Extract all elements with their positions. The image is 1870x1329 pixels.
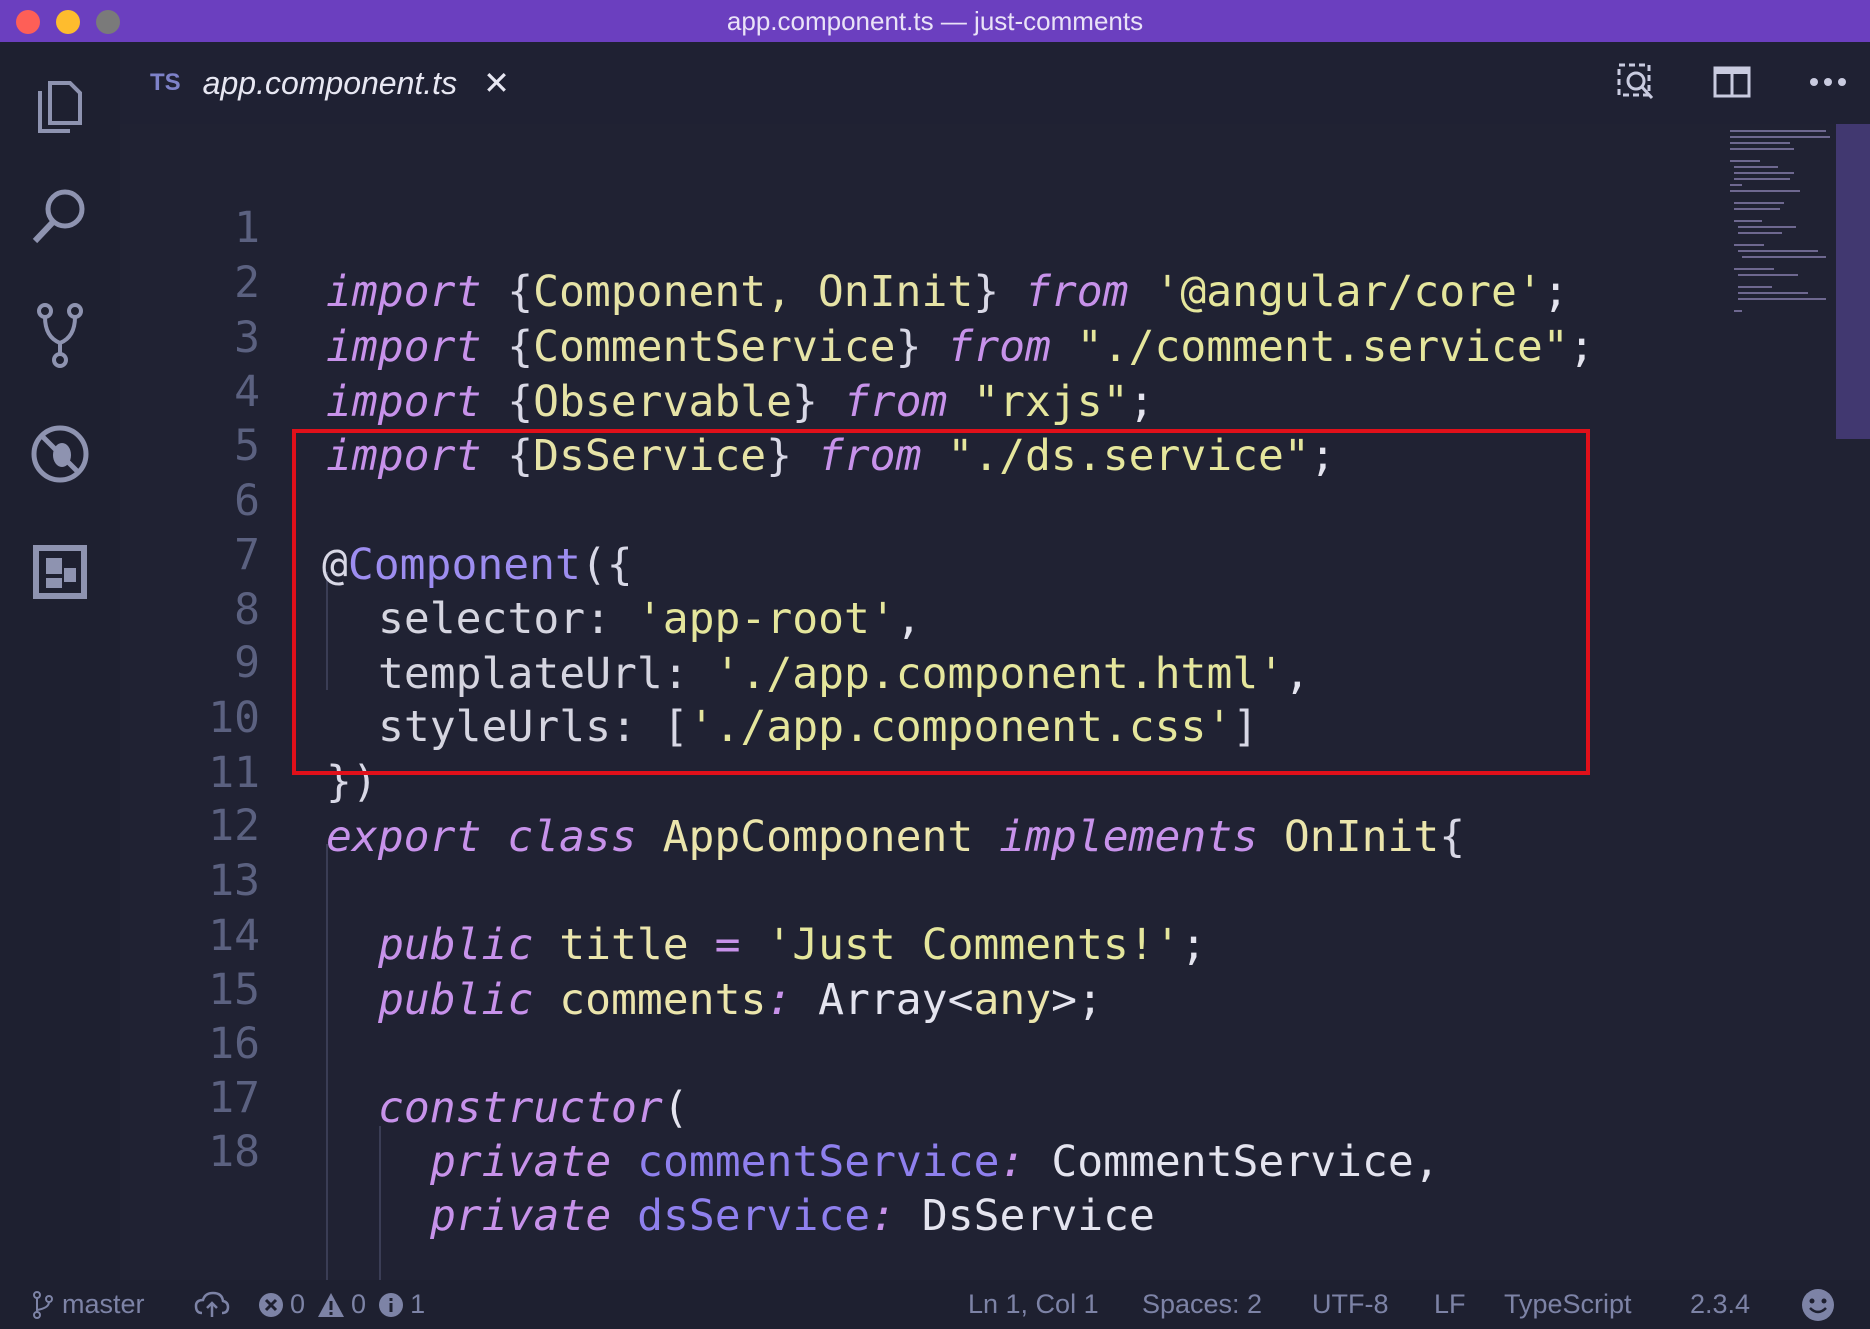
close-tab-icon[interactable]: ✕	[483, 64, 510, 102]
extensions-icon[interactable]	[26, 538, 94, 606]
debug-icon[interactable]	[26, 420, 94, 488]
split-editor-icon[interactable]	[1710, 60, 1754, 104]
status-bar: master 0 0 1 Ln 1, Col 1 Spaces: 2 UTF-8…	[0, 1280, 1870, 1329]
branch-indicator[interactable]: master	[32, 1280, 145, 1329]
typescript-file-icon: TS	[150, 69, 181, 96]
line-number: 18	[208, 1127, 260, 1177]
problems-indicator[interactable]: 0 0 1	[258, 1280, 425, 1329]
typescript-version[interactable]: 2.3.4	[1690, 1280, 1750, 1329]
close-window-button[interactable]	[16, 10, 40, 34]
tab-label: app.component.ts	[202, 64, 458, 101]
vertical-scrollbar[interactable]	[1836, 124, 1870, 439]
zoom-window-button[interactable]	[96, 10, 120, 34]
branch-name: master	[62, 1289, 145, 1319]
error-icon	[259, 1292, 283, 1317]
indentation-setting[interactable]: Spaces: 2	[1142, 1280, 1262, 1329]
minimize-window-button[interactable]	[56, 10, 80, 34]
cursor-position[interactable]: Ln 1, Col 1	[968, 1280, 1099, 1329]
tab-bar: TS app.component.ts ✕	[120, 42, 1870, 124]
activity-bar	[0, 42, 120, 1280]
encoding-setting[interactable]: UTF-8	[1312, 1280, 1389, 1329]
title-bar: app.component.ts — just-comments	[0, 0, 1870, 42]
language-mode[interactable]: TypeScript	[1504, 1280, 1632, 1329]
eol-setting[interactable]: LF	[1434, 1280, 1466, 1329]
highlight-box	[292, 429, 1590, 775]
open-preview-icon[interactable]	[1614, 60, 1658, 104]
warning-count: 0	[351, 1289, 367, 1319]
window-title: app.component.ts — just-comments	[726, 5, 1144, 36]
tab-app-component[interactable]: TS app.component.ts ✕	[140, 42, 510, 124]
git-branch-icon	[33, 1290, 53, 1319]
editor-actions	[1614, 60, 1850, 104]
minimap[interactable]	[1720, 124, 1840, 324]
indent-guide	[379, 1126, 381, 1280]
search-icon[interactable]	[26, 182, 94, 250]
code-line: 18 private dsService: DsService	[120, 1056, 1820, 1241]
warning-icon	[318, 1292, 345, 1317]
source-control-icon[interactable]	[26, 302, 94, 370]
sync-icon[interactable]	[194, 1280, 230, 1329]
explorer-icon[interactable]	[26, 72, 94, 140]
info-icon	[379, 1292, 404, 1317]
error-count: 0	[290, 1289, 306, 1319]
more-actions-icon[interactable]	[1806, 60, 1850, 104]
feedback-smiley-icon[interactable]	[1800, 1280, 1836, 1329]
info-count: 1	[410, 1289, 426, 1319]
